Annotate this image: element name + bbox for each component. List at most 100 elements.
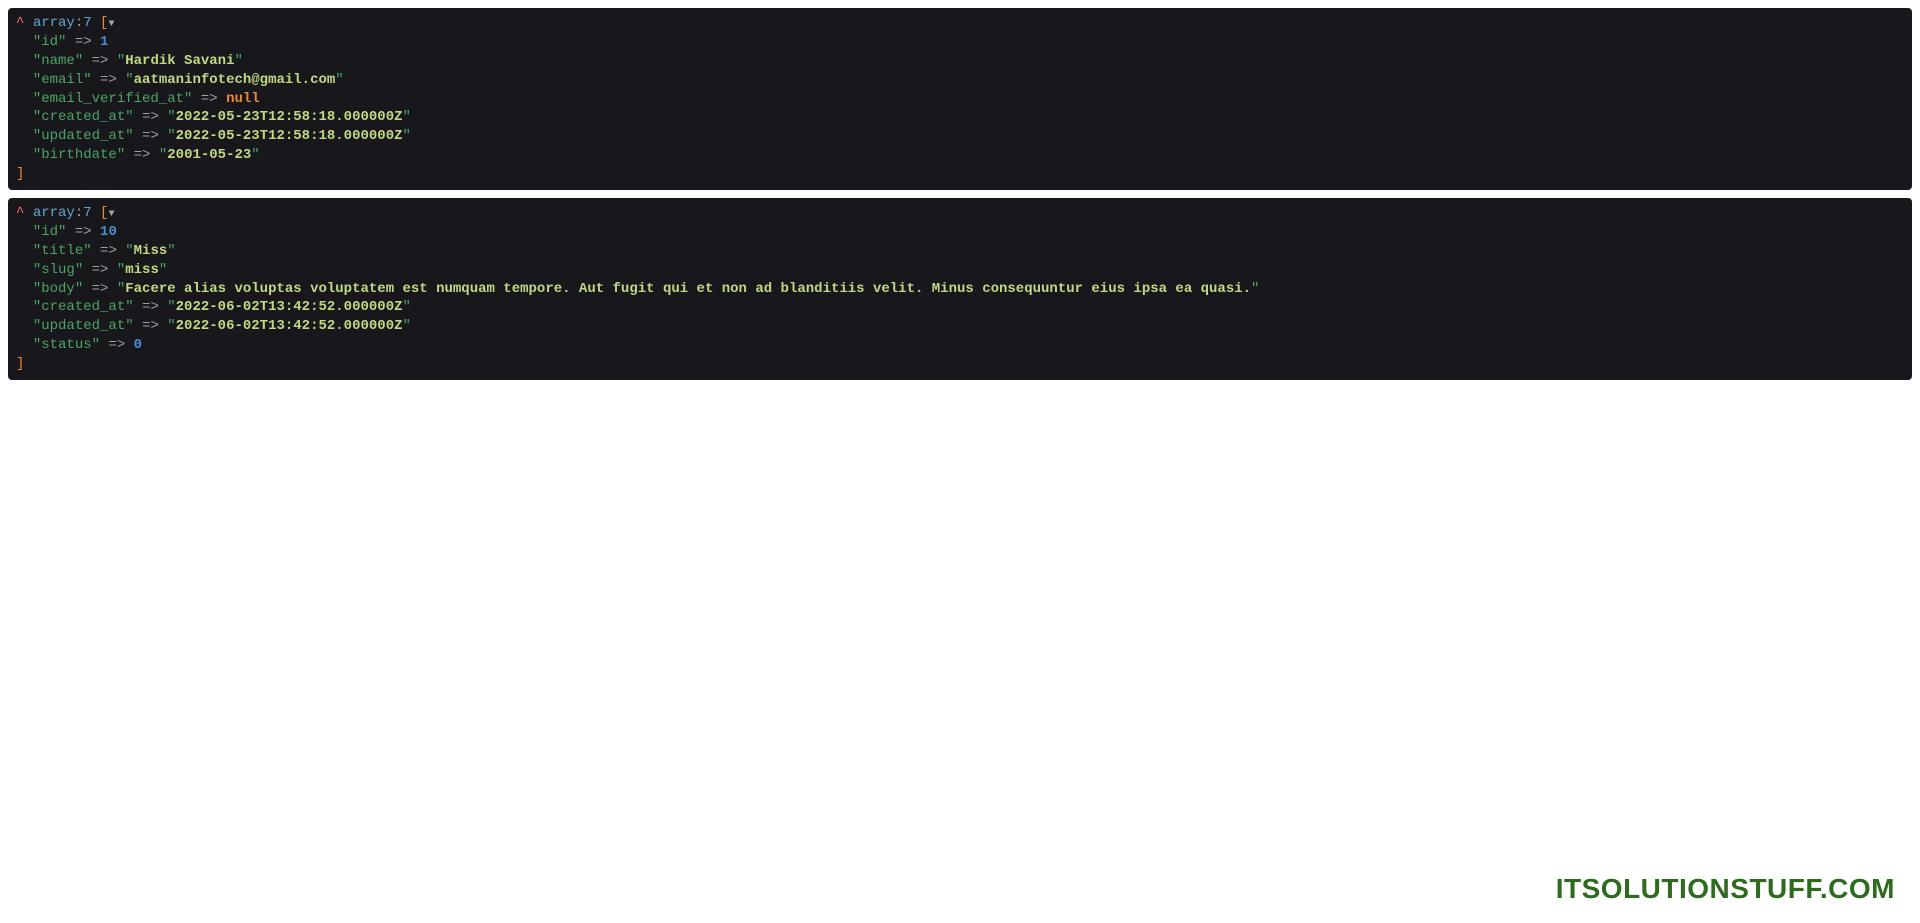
dump-row: "slug" => "miss": [16, 261, 1904, 280]
quote: ": [251, 147, 259, 163]
dump-key: created_at: [41, 299, 125, 315]
quote: ": [75, 281, 83, 297]
dump-row: "email" => "aatmaninfotech@gmail.com": [16, 71, 1904, 90]
dump-value: 2022-05-23T12:58:18.000000Z: [176, 109, 403, 125]
arrow: =>: [134, 109, 168, 125]
dump-block: ^ array:7 [▼ "id" => 10 "title" => "Miss…: [8, 198, 1912, 380]
dump-key: id: [41, 34, 58, 50]
dump-key: title: [41, 243, 83, 259]
arrow: =>: [66, 224, 100, 240]
dump-key: email_verified_at: [41, 91, 184, 107]
quote: ": [33, 262, 41, 278]
bracket-close: ]: [16, 166, 24, 182]
dump-row: "body" => "Facere alias voluptas volupta…: [16, 280, 1904, 299]
quote: ": [33, 109, 41, 125]
quote: ": [117, 53, 125, 69]
quote: ": [125, 72, 133, 88]
quote: ": [403, 109, 411, 125]
collapse-icon[interactable]: ▼: [108, 19, 114, 30]
dump-value: Facere alias voluptas voluptatem est num…: [125, 281, 1251, 297]
dump-row: "birthdate" => "2001-05-23": [16, 146, 1904, 165]
quote: ": [83, 243, 91, 259]
quote: ": [335, 72, 343, 88]
dump-key: email: [41, 72, 83, 88]
quote: ": [125, 243, 133, 259]
dump-block: ^ array:7 [▼ "id" => 1 "name" => "Hardik…: [8, 8, 1912, 190]
quote: ": [167, 109, 175, 125]
bracket-open: [: [92, 15, 109, 31]
quote: ": [167, 299, 175, 315]
dump-type: array: [33, 205, 75, 221]
quote: ": [83, 72, 91, 88]
dump-header[interactable]: ^ array:7 [▼: [16, 14, 1904, 33]
dump-key: created_at: [41, 109, 125, 125]
dump-sep: :: [75, 205, 83, 221]
dump-row: "created_at" => "2022-05-23T12:58:18.000…: [16, 108, 1904, 127]
dump-count: 7: [83, 15, 91, 31]
dump-value: 10: [100, 224, 117, 240]
bracket-open: [: [92, 205, 109, 221]
quote: ": [33, 147, 41, 163]
dump-type: array: [33, 15, 75, 31]
quote: ": [92, 337, 100, 353]
quote: ": [33, 72, 41, 88]
quote: ": [33, 91, 41, 107]
dump-sep: :: [75, 15, 83, 31]
quote: ": [167, 318, 175, 334]
dump-value: 2022-06-02T13:42:52.000000Z: [176, 299, 403, 315]
quote: ": [117, 147, 125, 163]
dump-header[interactable]: ^ array:7 [▼: [16, 204, 1904, 223]
dump-key: updated_at: [41, 318, 125, 334]
dump-row: "title" => "Miss": [16, 242, 1904, 261]
dump-row: "updated_at" => "2022-06-02T13:42:52.000…: [16, 317, 1904, 336]
quote: ": [403, 318, 411, 334]
dump-value: Miss: [134, 243, 168, 259]
quote: ": [33, 299, 41, 315]
arrow: =>: [192, 91, 226, 107]
quote: ": [234, 53, 242, 69]
quote: ": [403, 128, 411, 144]
quote: ": [125, 109, 133, 125]
watermark-text: ITSOLUTIONSTUFF.COM: [1556, 873, 1895, 905]
collapse-icon[interactable]: ▼: [108, 209, 114, 220]
dump-close: ]: [16, 165, 1904, 184]
quote: ": [33, 128, 41, 144]
dump-value: miss: [125, 262, 159, 278]
dump-row: "email_verified_at" => null: [16, 90, 1904, 109]
caret-icon: ^: [16, 15, 24, 31]
dump-key: updated_at: [41, 128, 125, 144]
dump-count: 7: [83, 205, 91, 221]
dump-key: status: [41, 337, 91, 353]
dump-key: name: [41, 53, 75, 69]
dump-key: slug: [41, 262, 75, 278]
dump-value: 2001-05-23: [167, 147, 251, 163]
quote: ": [1251, 281, 1259, 297]
quote: ": [33, 34, 41, 50]
dump-value: 1: [100, 34, 108, 50]
arrow: =>: [83, 53, 117, 69]
bracket-close: ]: [16, 356, 24, 372]
arrow: =>: [134, 318, 168, 334]
dump-key: body: [41, 281, 75, 297]
quote: ": [33, 243, 41, 259]
dump-row: "status" => 0: [16, 336, 1904, 355]
quote: ": [33, 281, 41, 297]
quote: ": [117, 281, 125, 297]
quote: ": [125, 299, 133, 315]
arrow: =>: [134, 299, 168, 315]
arrow: =>: [92, 243, 126, 259]
quote: ": [403, 299, 411, 315]
dump-row: "updated_at" => "2022-05-23T12:58:18.000…: [16, 127, 1904, 146]
dump-key: id: [41, 224, 58, 240]
quote: ": [159, 262, 167, 278]
quote: ": [125, 128, 133, 144]
caret-icon: ^: [16, 205, 24, 221]
quote: ": [75, 53, 83, 69]
dump-key: birthdate: [41, 147, 117, 163]
quote: ": [33, 337, 41, 353]
quote: ": [117, 262, 125, 278]
quote: ": [33, 318, 41, 334]
dump-row: "name" => "Hardik Savani": [16, 52, 1904, 71]
quote: ": [33, 53, 41, 69]
arrow: =>: [83, 262, 117, 278]
